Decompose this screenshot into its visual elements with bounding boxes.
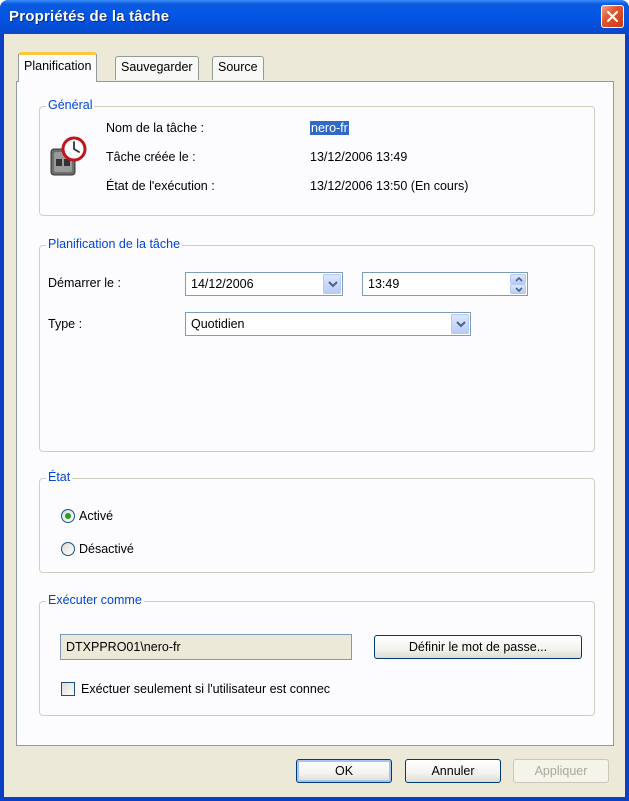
chevron-down-icon (515, 287, 523, 292)
start-date-dropdown-button[interactable] (323, 274, 341, 294)
schedule-group-legend: Planification de la tâche (46, 237, 183, 251)
schedule-type-select[interactable]: Quotidien (185, 312, 471, 336)
state-group-legend: État (46, 470, 73, 484)
dialog-client-area: Planification Sauvegarder Source Général (4, 34, 625, 797)
set-password-button-label: Définir le mot de passe... (408, 640, 548, 654)
run-as-account-field[interactable]: DTXPPRO01\nero-fr (60, 634, 352, 660)
chevron-down-icon (328, 281, 338, 288)
spin-down-button[interactable] (510, 284, 526, 294)
start-date-value: 14/12/2006 (191, 277, 254, 291)
execution-state-value: 13/12/2006 13:50 (En cours) (310, 179, 469, 193)
tab-source[interactable]: Source (212, 56, 264, 80)
execution-state-label: État de l'exécution : (106, 179, 215, 193)
run-as-account-value: DTXPPRO01\nero-fr (66, 640, 181, 654)
tab-planification[interactable]: Planification (18, 52, 98, 82)
spin-up-button[interactable] (510, 274, 526, 284)
run-only-if-logged-on-label[interactable]: Exéctuer seulement si l'utilisateur est … (81, 682, 330, 696)
task-name-value: nero-fr (310, 121, 349, 135)
schedule-group: Planification de la tâche Démarrer le : … (39, 237, 595, 452)
enabled-radio-label[interactable]: Activé (79, 509, 113, 523)
schedule-type-dropdown-button[interactable] (451, 314, 469, 334)
task-name-label: Nom de la tâche : (106, 121, 204, 135)
title-bar[interactable]: Propriétés de la tâche (0, 0, 629, 34)
tab-label: Planification (24, 59, 92, 73)
type-label: Type : (48, 317, 83, 331)
run-as-group-legend: Exécuter comme (46, 593, 144, 607)
enabled-radio[interactable] (61, 509, 75, 523)
close-icon (606, 10, 619, 23)
ok-button-label: OK (334, 764, 354, 778)
general-group-legend: Général (46, 98, 95, 112)
start-time-value: 13:49 (368, 277, 400, 291)
cancel-button[interactable]: Annuler (405, 759, 501, 783)
schedule-type-value: Quotidien (191, 317, 245, 331)
window-title: Propriétés de la tâche (9, 8, 170, 25)
start-date-label: Démarrer le : (48, 276, 121, 290)
tab-sauvegarder[interactable]: Sauvegarder (115, 56, 199, 80)
start-time-spin-buttons[interactable] (510, 274, 526, 294)
task-scheduler-icon (48, 135, 88, 179)
apply-button[interactable]: Appliquer (513, 759, 609, 783)
created-label: Tâche créée le : (106, 150, 196, 164)
start-date-picker[interactable]: 14/12/2006 (185, 272, 343, 296)
run-only-if-logged-on-checkbox[interactable] (61, 682, 75, 696)
apply-button-label: Appliquer (534, 764, 588, 778)
planification-panel: Général Nom de la tâche : nero-fr Tâche … (16, 81, 614, 746)
radio-selected-dot (65, 513, 71, 519)
run-as-group: Exécuter comme DTXPPRO01\nero-fr Définir… (39, 593, 595, 716)
chevron-down-icon (456, 321, 466, 328)
ok-button[interactable]: OK (296, 759, 392, 783)
disabled-radio[interactable] (61, 542, 75, 556)
state-group: État Activé Désactivé (39, 470, 595, 573)
cancel-button-label: Annuler (431, 764, 475, 778)
close-button[interactable] (601, 5, 624, 28)
created-value: 13/12/2006 13:49 (310, 150, 408, 164)
task-name-selected-text: nero-fr (310, 121, 349, 135)
tab-label: Source (218, 60, 258, 74)
chevron-up-icon (515, 277, 523, 282)
start-time-spinner[interactable]: 13:49 (362, 272, 528, 296)
set-password-button[interactable]: Définir le mot de passe... (374, 635, 582, 659)
disabled-radio-label[interactable]: Désactivé (79, 542, 134, 556)
general-group: Général Nom de la tâche : nero-fr Tâche … (39, 98, 595, 216)
task-properties-window: Propriétés de la tâche Planification Sau… (0, 0, 629, 801)
tab-label: Sauvegarder (121, 60, 193, 74)
